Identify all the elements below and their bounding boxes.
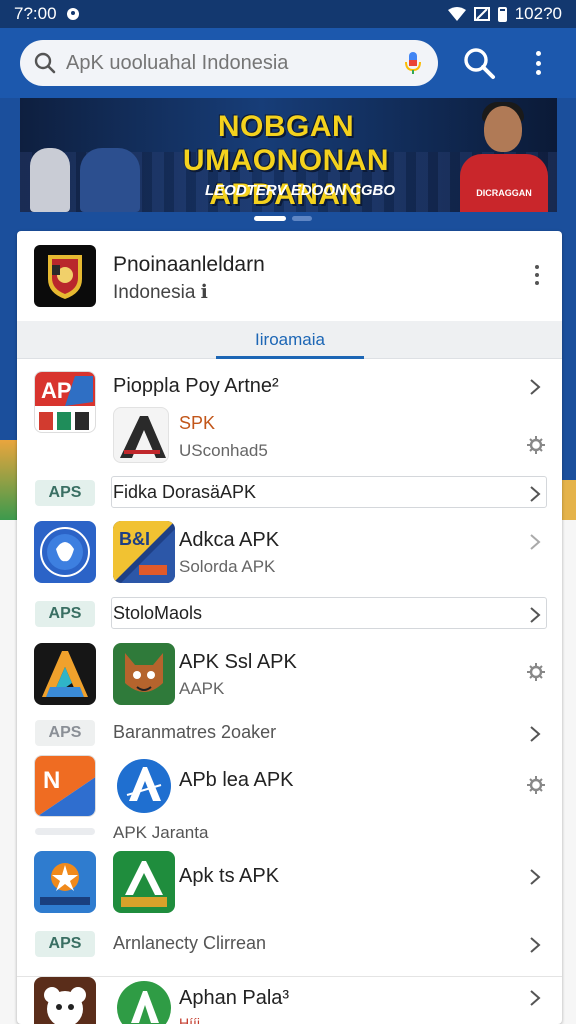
app-icon <box>113 977 175 1024</box>
tab-bar: Iiroamaia <box>17 321 562 359</box>
app-name: Apk ts APK <box>179 865 280 887</box>
status-icons: 102?0 <box>447 4 562 24</box>
app-subtitle: USconhad5 <box>179 441 268 460</box>
app-icon: B&I <box>113 521 175 583</box>
carousel-indicator <box>254 216 312 221</box>
app-bar <box>0 28 576 98</box>
app-icon <box>113 755 175 817</box>
app-list-item[interactable]: B&I Adkca APK Solorda APK <box>17 519 562 591</box>
app-name: SPK <box>179 413 216 433</box>
app-name: APb lea APK <box>179 769 294 791</box>
app-name: Adkca APK <box>179 529 280 551</box>
app-icon <box>113 643 175 705</box>
battery-percent: 102?0 <box>514 4 562 23</box>
category-label: Fidka DorasäAPK <box>113 482 257 502</box>
gear-icon[interactable] <box>527 436 545 454</box>
status-time: 7?:00 <box>14 4 57 23</box>
more-vert-icon[interactable] <box>532 265 542 285</box>
chevron-right-icon[interactable] <box>529 606 541 624</box>
chevron-right-icon[interactable] <box>529 936 541 954</box>
notification-icon <box>66 8 79 20</box>
app-list-item[interactable]: Apk ts APK <box>17 851 562 915</box>
app-icon: AP <box>34 371 96 433</box>
app-icon <box>34 521 96 583</box>
app-icon <box>113 407 169 463</box>
category-label: Arnlanecty Clirrean <box>113 933 267 953</box>
app-list-item[interactable]: Aphan Pala³ Hííi <box>17 976 562 1024</box>
search-icon <box>34 52 56 74</box>
app-name: Pioppla Poy Artne² <box>113 375 279 397</box>
no-sim-icon <box>473 7 490 21</box>
app-icon <box>113 851 175 913</box>
featured-app-subtitle: Indonesia ℹ <box>113 282 208 303</box>
mic-icon[interactable] <box>402 51 424 75</box>
svg-text:AP: AP <box>41 378 72 403</box>
featured-app[interactable]: Pnoinaanleldarn Indonesia ℹ <box>17 231 562 321</box>
chevron-right-icon[interactable] <box>529 485 541 503</box>
app-list-item[interactable]: N APb lea APK <box>17 755 562 817</box>
category-row[interactable]: APK Jaranta <box>35 821 547 851</box>
banner-subline: LEODTERV EDOON CGBO <box>205 182 396 199</box>
chevron-right-icon[interactable] <box>529 725 541 743</box>
svg-text:B&I: B&I <box>119 529 150 549</box>
category-label: APK Jaranta <box>113 823 209 842</box>
chevron-right-icon[interactable] <box>529 378 541 396</box>
category-row[interactable]: APS Fidka DorasäAPK <box>35 476 547 510</box>
app-subtitle: AAPK <box>179 679 225 698</box>
banner-person-image <box>30 148 70 212</box>
banner-man-image: DICRAGGAN <box>450 98 557 212</box>
app-list-card: Pnoinaanleldarn Indonesia ℹ Iiroamaia AP… <box>17 231 562 1024</box>
app-name: APK Ssl APK <box>179 651 297 673</box>
app-name: Aphan Pala³ <box>179 987 290 1009</box>
category-badge: APS <box>35 720 95 746</box>
gear-icon[interactable] <box>527 663 545 681</box>
wifi-icon <box>447 7 466 21</box>
app-subtitle: Hííi <box>179 1015 200 1024</box>
category-row[interactable]: APS Baranmatres 2oaker <box>35 720 547 750</box>
app-list-item[interactable]: AP Pioppla Poy Artne² SPK USconhad5 <box>17 367 562 477</box>
app-icon: N <box>34 755 96 817</box>
app-subtitle: Solorda APK <box>179 557 276 576</box>
featured-app-title: Pnoinaanleldarn <box>113 253 265 276</box>
tab-selected[interactable]: Iiroamaia <box>216 321 364 359</box>
banner-shirt-text: DICRAGGAN <box>476 188 532 198</box>
featured-app-logo <box>34 245 96 307</box>
chevron-right-icon[interactable] <box>529 989 541 1007</box>
promo-banner[interactable]: NOBGAN UMAONONAN APDANAN INDONESAN LEODT… <box>20 98 557 212</box>
category-label: StoloMaols <box>113 603 203 623</box>
svg-text:N: N <box>43 767 60 794</box>
search-input[interactable] <box>66 51 402 75</box>
more-vert-icon[interactable] <box>528 48 548 78</box>
category-label: Baranmatres 2oaker <box>113 722 277 742</box>
search-bar[interactable] <box>20 40 438 86</box>
search-button[interactable] <box>462 46 496 80</box>
app-icon <box>34 977 96 1024</box>
banner-headline-line1: NOBGAN UMAONONAN <box>182 110 390 177</box>
category-badge: APS <box>35 601 95 627</box>
category-badge: APS <box>35 931 95 957</box>
battery-icon <box>497 6 507 22</box>
chevron-right-icon[interactable] <box>529 868 541 886</box>
category-badge: APS <box>35 480 95 506</box>
category-row[interactable]: APS Arnlanecty Clirrean <box>35 931 547 961</box>
background-decor <box>0 440 18 520</box>
status-bar: 7?:00 102?0 <box>0 0 576 28</box>
app-list-item[interactable]: APK Ssl APK AAPK <box>17 643 562 709</box>
gear-icon[interactable] <box>527 776 545 794</box>
chevron-right-icon[interactable] <box>529 533 541 551</box>
category-row[interactable]: APS StoloMaols <box>35 597 547 631</box>
app-icon <box>34 851 96 913</box>
app-icon <box>34 643 96 705</box>
